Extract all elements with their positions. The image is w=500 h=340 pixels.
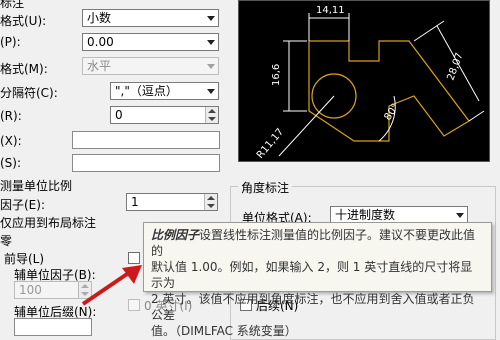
scale-factor-spinner[interactable]: 1: [126, 193, 218, 211]
dim-slant: 28,07: [445, 51, 465, 82]
spin-down-icon[interactable]: [208, 117, 216, 121]
sub-units-suffix-input[interactable]: [14, 318, 92, 336]
scale-section-title: 测量单位比例: [0, 179, 73, 193]
dim-radius: R11,17: [255, 127, 286, 161]
fraction-format-select[interactable]: 水平: [82, 57, 219, 75]
chevron-down-icon: [207, 16, 215, 21]
prefix-input[interactable]: [72, 131, 220, 149]
angular-units-format-value: 十进制度数: [335, 208, 396, 222]
spin-down-icon[interactable]: [207, 204, 215, 208]
section-title-linear: 标注: [0, 0, 25, 10]
decimal-separator-value: ","（逗点）: [115, 84, 178, 98]
dimension-preview: 14,11 16,6 28,07 80° R11,17: [238, 0, 490, 162]
roundoff-value: 0: [115, 108, 123, 122]
suffix-label: (S):: [0, 156, 22, 170]
fraction-format-value: 水平: [87, 59, 112, 73]
chevron-down-icon: [207, 89, 215, 94]
tooltip-line-1-text: 设置线性标注测量值的比例因子。建议不要更改此值的: [151, 228, 476, 258]
scale-factor-label: 因子(E):: [0, 198, 45, 212]
decimal-separator-select[interactable]: ","（逗点）: [110, 82, 219, 100]
spin-up-icon[interactable]: [208, 109, 216, 113]
spin-buttons[interactable]: [205, 107, 218, 123]
decimal-separator-label: 分隔符(C):: [0, 86, 58, 100]
leading-label: 前导(L): [4, 252, 45, 266]
chevron-down-icon: [456, 213, 464, 218]
zero-section-title: 零: [0, 234, 13, 248]
spin-buttons[interactable]: [204, 194, 217, 210]
dim-angle: 80°: [382, 102, 401, 123]
spin-up-icon[interactable]: [207, 196, 215, 200]
preview-drawing: 14,11 16,6 28,07 80° R11,17: [255, 5, 485, 161]
scale-factor-tooltip: 比例因子设置线性标注测量值的比例因子。建议不要更改此值的 默认值 1.00。例如…: [143, 222, 492, 338]
dim-top: 14,11: [316, 5, 345, 16]
roundoff-label: (R):: [0, 109, 22, 123]
tooltip-line-1: 比例因子设置线性标注测量值的比例因子。建议不要更改此值的: [151, 227, 484, 259]
fraction-format-label: 格式(M):: [0, 62, 48, 76]
prefix-label: (X):: [0, 134, 22, 148]
precision-select[interactable]: 0.00: [82, 33, 219, 51]
unit-format-value: 小数: [87, 11, 112, 25]
roundoff-spinner[interactable]: 0: [110, 106, 219, 124]
unit-format-label: 格式(U):: [0, 14, 47, 28]
tooltip-term: 比例因子: [151, 228, 200, 242]
tooltip-line-2: 默认值 1.00。例如，如果输入 2，则 1 英寸直线的尺寸将显示为: [151, 260, 473, 290]
sub-units-factor-value: 100: [19, 283, 42, 297]
chevron-down-icon: [207, 40, 215, 45]
red-arrow-icon: [81, 265, 142, 306]
chevron-down-icon: [207, 64, 215, 69]
dim-left: 16,6: [271, 64, 282, 86]
precision-value: 0.00: [87, 35, 114, 49]
tooltip-line-3: 2 英寸。该值不应用到角度标注，也不应用到舍入值或者正负公差: [151, 292, 475, 322]
tooltip-line-4: 值。（DIMLFAC 系统变量）: [151, 324, 297, 338]
unit-format-select[interactable]: 小数: [82, 9, 219, 27]
scale-factor-value: 1: [131, 195, 139, 209]
precision-label: (P):: [0, 35, 21, 49]
angular-section-title: 角度标注: [238, 179, 293, 196]
suffix-input[interactable]: [72, 154, 220, 172]
part-outline: [308, 40, 470, 142]
layout-only-label: 仅应用到布局标注: [0, 216, 97, 230]
